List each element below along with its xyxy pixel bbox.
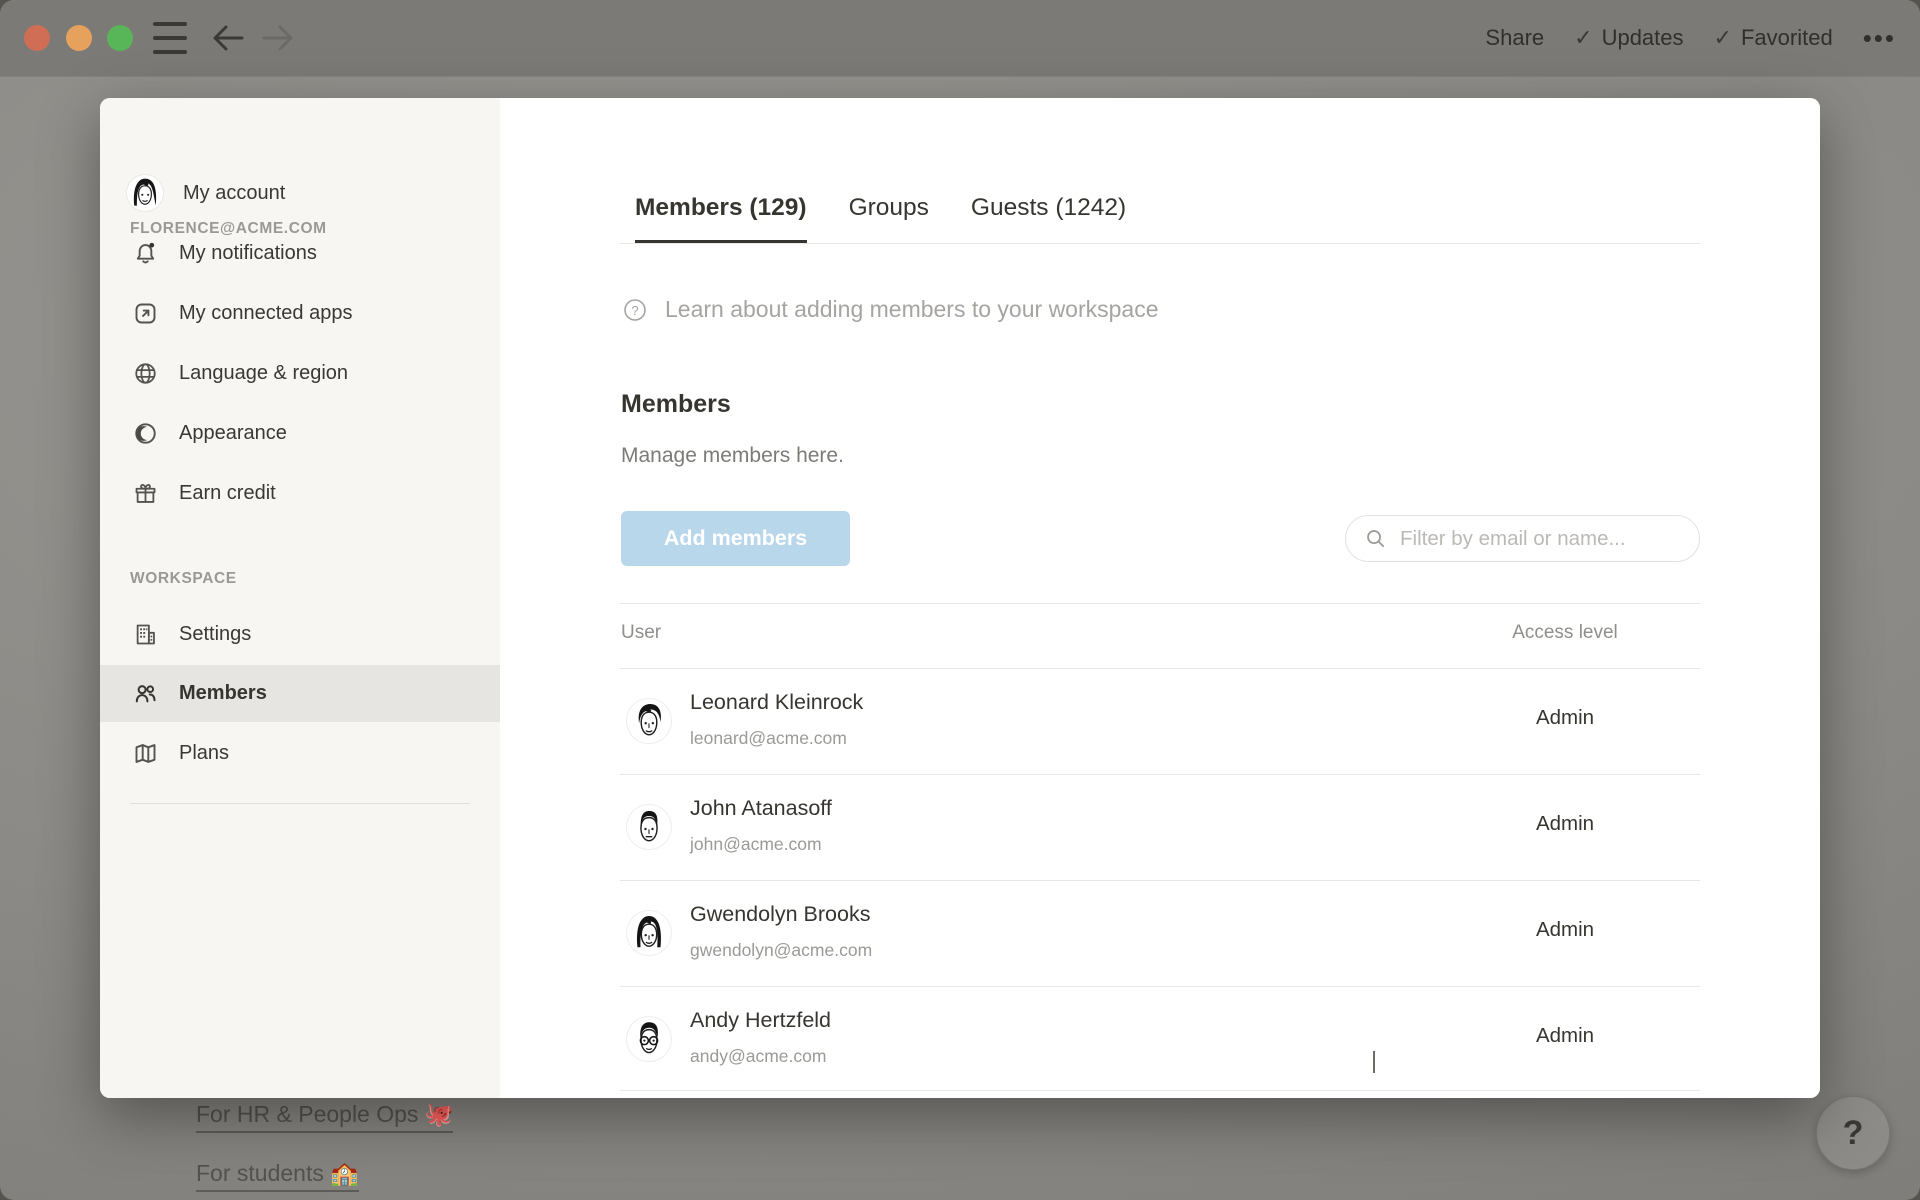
question-mark-icon: ? [1843, 1114, 1864, 1153]
avatar-florence [127, 175, 163, 211]
filter-input[interactable] [1398, 526, 1689, 552]
map-icon [132, 740, 159, 767]
member-name: Andy Hertzfeld [690, 1008, 831, 1033]
access-level-select[interactable]: Admin [1490, 1024, 1640, 1048]
globe-icon [132, 360, 159, 387]
back-arrow-icon[interactable] [210, 0, 246, 76]
member-row[interactable]: Andy Hertzfeld andy@acme.com Admin [620, 986, 1700, 1092]
sidebar-item-plans[interactable]: Plans [100, 729, 500, 777]
text-cursor-artifact [1373, 1051, 1375, 1073]
sidebar-item-label: My account [183, 182, 285, 205]
member-email: john@acme.com [690, 834, 822, 855]
window-toolbar: Share ✓ Updates ✓ Favorited ••• [0, 0, 1920, 76]
sidebar-item-label: Language & region [179, 362, 348, 385]
building-icon [132, 621, 159, 648]
moon-icon [132, 420, 159, 447]
column-header-user: User [621, 622, 661, 644]
bg-link-for-students[interactable]: For students 🏫 [196, 1160, 359, 1192]
member-row[interactable]: Gwendolyn Brooks gwendolyn@acme.com Admi… [620, 880, 1700, 986]
filter-field[interactable] [1345, 515, 1700, 562]
more-options-icon[interactable]: ••• [1863, 23, 1896, 54]
section-subtitle: Manage members here. [621, 444, 844, 468]
section-title: Members [621, 390, 731, 419]
sidebar-item-label: Plans [179, 742, 229, 765]
sidebar-item-label: Settings [179, 623, 251, 646]
workspace-section-header: WORKSPACE [130, 570, 237, 588]
forward-arrow-icon[interactable] [260, 0, 296, 76]
sidebar-divider [130, 803, 470, 804]
member-name: Gwendolyn Brooks [690, 902, 870, 927]
tab-bar: Members (129) Groups Guests (1242) [635, 168, 1126, 244]
member-name: Leonard Kleinrock [690, 690, 863, 715]
sidebar-toggle-icon[interactable] [153, 0, 187, 76]
sidebar-item-settings[interactable]: Settings [100, 610, 500, 658]
traffic-light-zoom[interactable] [107, 25, 133, 51]
tab-members[interactable]: Members (129) [635, 194, 807, 244]
tab-divider [620, 243, 1700, 244]
avatar-andy [627, 1017, 671, 1061]
settings-sidebar: FLORENCE@ACME.COM My account [100, 98, 500, 1098]
access-level-select[interactable]: Admin [1490, 812, 1640, 836]
learn-link[interactable]: ? Learn about adding members to your wor… [622, 296, 1159, 323]
sidebar-item-earn-credit[interactable]: Earn credit [100, 469, 500, 517]
member-email: leonard@acme.com [690, 728, 847, 749]
sidebar-item-label: Appearance [179, 422, 287, 445]
favorited-button[interactable]: ✓ Favorited [1714, 25, 1833, 51]
traffic-light-minimize[interactable] [66, 25, 92, 51]
settings-modal: FLORENCE@ACME.COM My account [100, 98, 1820, 1098]
member-email: andy@acme.com [690, 1046, 826, 1067]
sidebar-item-label: Members [179, 682, 267, 705]
sidebar-item-label: My notifications [179, 242, 317, 265]
members-pane: Members (129) Groups Guests (1242) ? Lea… [500, 98, 1820, 1098]
search-icon [1364, 527, 1387, 550]
share-button[interactable]: Share [1485, 25, 1544, 51]
bell-icon [132, 240, 159, 267]
people-icon [132, 680, 159, 707]
access-level-select[interactable]: Admin [1490, 918, 1640, 942]
check-icon: ✓ [1714, 25, 1732, 51]
table-divider [620, 603, 1700, 604]
member-row[interactable]: Leonard Kleinrock leonard@acme.com Admin [620, 668, 1700, 774]
tab-guests[interactable]: Guests (1242) [971, 194, 1126, 244]
help-circle-icon: ? [622, 297, 648, 323]
tab-groups[interactable]: Groups [849, 194, 929, 244]
sidebar-item-appearance[interactable]: Appearance [100, 409, 500, 457]
member-row[interactable]: John Atanasoff john@acme.com Admin [620, 774, 1700, 880]
add-members-button[interactable]: Add members [621, 511, 850, 566]
sidebar-item-my-account[interactable]: My account [100, 169, 500, 217]
check-icon: ✓ [1574, 25, 1592, 51]
avatar-gwendolyn [627, 911, 671, 955]
sidebar-item-members[interactable]: Members [100, 665, 500, 722]
member-email: gwendolyn@acme.com [690, 940, 872, 961]
help-button[interactable]: ? [1816, 1096, 1890, 1170]
sidebar-item-my-connected-apps[interactable]: My connected apps [100, 289, 500, 337]
sidebar-item-label: My connected apps [179, 302, 352, 325]
updates-button[interactable]: ✓ Updates [1574, 25, 1683, 51]
sidebar-item-language-region[interactable]: Language & region [100, 349, 500, 397]
connected-apps-icon [132, 300, 159, 327]
member-name: John Atanasoff [690, 796, 832, 821]
avatar-leonard [627, 699, 671, 743]
bg-link-hr-people-ops[interactable]: For HR & People Ops 🐙 [196, 1101, 453, 1133]
gift-icon [132, 480, 159, 507]
sidebar-item-my-notifications[interactable]: My notifications [100, 229, 500, 277]
row-divider [620, 1090, 1700, 1091]
app-window: For HR & People Ops 🐙 For students 🏫 ? S… [0, 0, 1920, 1200]
svg-text:?: ? [631, 303, 638, 318]
access-level-select[interactable]: Admin [1490, 706, 1640, 730]
avatar-john [627, 805, 671, 849]
column-header-access: Access level [1490, 622, 1640, 644]
traffic-light-close[interactable] [24, 25, 50, 51]
sidebar-item-label: Earn credit [179, 482, 276, 505]
